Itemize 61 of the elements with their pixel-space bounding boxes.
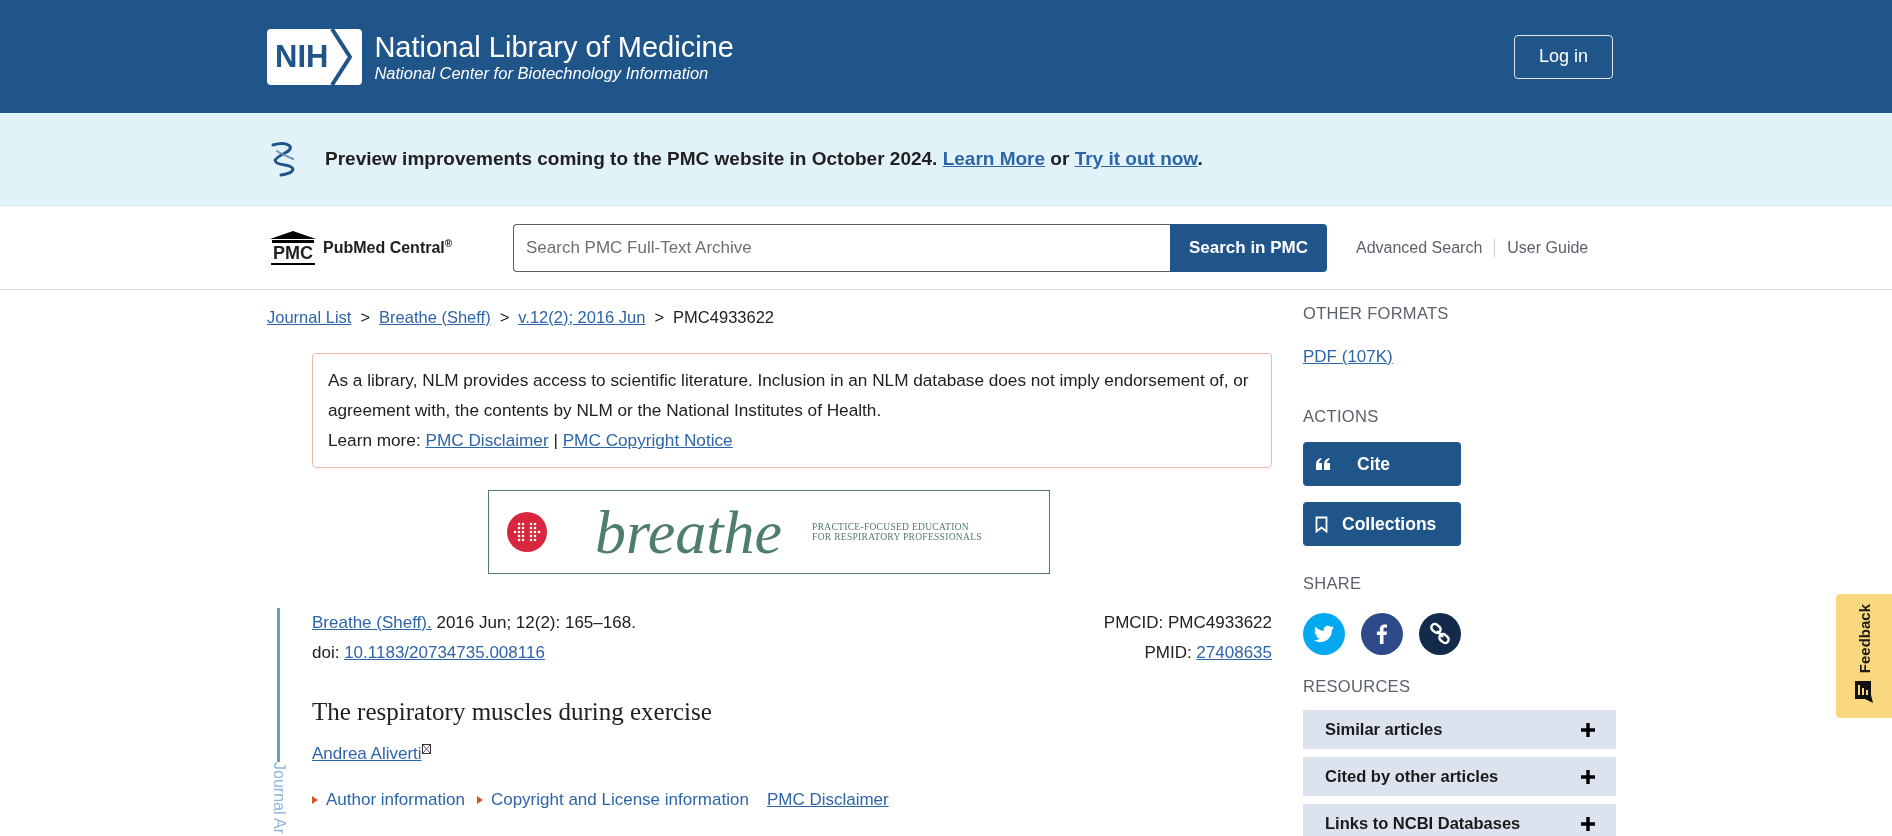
pmcid-text: PMCID: PMC4933622 [1103, 612, 1272, 634]
pmc-logo[interactable]: PMC [267, 230, 319, 265]
bookmark-icon [1315, 515, 1328, 533]
doi-text: doi: 10.1183/20734735.008116 [312, 642, 546, 664]
expand-toggle[interactable]: Author information [312, 790, 465, 810]
preview-announcement: Preview improvements coming to the PMC website in October 2024. Learn More or Try it out now. [325, 148, 1203, 170]
resource-accordion[interactable]: Similar articles [1303, 710, 1616, 749]
breadcrumb-link[interactable]: Breathe (Sheff) [379, 307, 491, 327]
link-icon[interactable] [1419, 613, 1461, 655]
journal-tagline: FOR RESPIRATORY PROFESSIONALS [812, 532, 982, 542]
article-title: The respiratory muscles during exercise [312, 698, 713, 726]
learn-more-text: Learn more: PMC Disclaimer | PMC Copyright Notice [328, 429, 734, 452]
breadcrumb-link[interactable]: v.12(2); 2016 Jun [518, 307, 646, 327]
search-button[interactable]: Search in PMC [1170, 223, 1327, 272]
collections-button[interactable]: Collections [1303, 502, 1461, 546]
resource-accordion[interactable]: Cited by other articles [1303, 757, 1616, 796]
caret-icon [312, 796, 318, 804]
notice-text: As a library, NLM provides access to scientific literature. Inclusion in an NLM database does not imply endorsement of, or agreement with, the contents by NLM or the National Institutes of Health. [328, 369, 1250, 422]
try-it-out-link[interactable]: Try it out now [1074, 148, 1198, 169]
learn-more-link[interactable]: Learn More [942, 148, 1046, 169]
journal-side-label: Journal Ar [270, 762, 287, 835]
caret-icon [476, 796, 483, 804]
section-heading: ACTIONS [1303, 407, 1380, 426]
pmid-link[interactable]: 27408635 [1196, 643, 1272, 662]
pdf-link[interactable]: PDF (107K) [1303, 347, 1393, 367]
expand-toggle[interactable]: Copyright and License information [476, 790, 749, 810]
author-link[interactable]: Andrea Aliverti [312, 744, 422, 764]
feedback-tab[interactable]: Feedback [1836, 594, 1892, 718]
breadcrumb-current: PMC4933622 [673, 307, 774, 327]
twitter-icon[interactable] [1303, 613, 1345, 655]
login-button[interactable]: Log in [1514, 34, 1613, 79]
envelope-icon[interactable] [421, 744, 431, 754]
pmid-text: PMID: 27408635 [1143, 642, 1272, 664]
section-heading: OTHER FORMATS [1303, 304, 1450, 323]
breadcrumb-separator: > [499, 307, 510, 327]
lungs-icon [507, 512, 547, 552]
doi-link[interactable]: 10.1183/20734735.008116 [344, 643, 545, 662]
resource-accordion[interactable]: Links to NCBI Databases [1303, 804, 1616, 836]
pmc-disclaimer-link[interactable]: PMC Disclaimer [425, 430, 549, 450]
site-title: National Library of Medicine [374, 30, 734, 63]
facebook-icon[interactable] [1361, 613, 1403, 655]
quote-icon [1315, 458, 1331, 470]
user-guide-link[interactable]: User Guide [1507, 238, 1589, 257]
site-subtitle: National Center for Biotechnology Information [374, 63, 710, 83]
journal-tagline: PRACTICE-FOCUSED EDUCATION [812, 522, 970, 532]
site-brand: PubMed Central$^{®}$ [323, 237, 454, 258]
citation-text: Breathe (Sheff). 2016 Jun; 12(2): 165–168. [312, 612, 636, 634]
journal-link[interactable]: Breathe (Sheff). [312, 613, 432, 632]
section-heading: SHARE [1303, 574, 1363, 593]
breadcrumb-separator: > [654, 307, 665, 327]
breadcrumb-link[interactable]: Journal List [267, 307, 352, 327]
section-heading: RESOURCES [1303, 677, 1412, 696]
pmc-disclaimer-link[interactable]: PMC Disclaimer [766, 790, 889, 810]
chart-icon [1855, 681, 1873, 704]
nih-logo[interactable]: NIH [267, 28, 363, 85]
search-field[interactable]: Search PMC Full-Text Archive [513, 223, 1170, 272]
advanced-search-link[interactable]: Advanced Search [1356, 238, 1483, 257]
cite-button[interactable]: Cite [1303, 442, 1461, 486]
breadcrumb-separator: > [360, 307, 371, 327]
pmc-copyright-link[interactable]: PMC Copyright Notice [562, 430, 733, 450]
journal-name: breathe [595, 501, 783, 563]
